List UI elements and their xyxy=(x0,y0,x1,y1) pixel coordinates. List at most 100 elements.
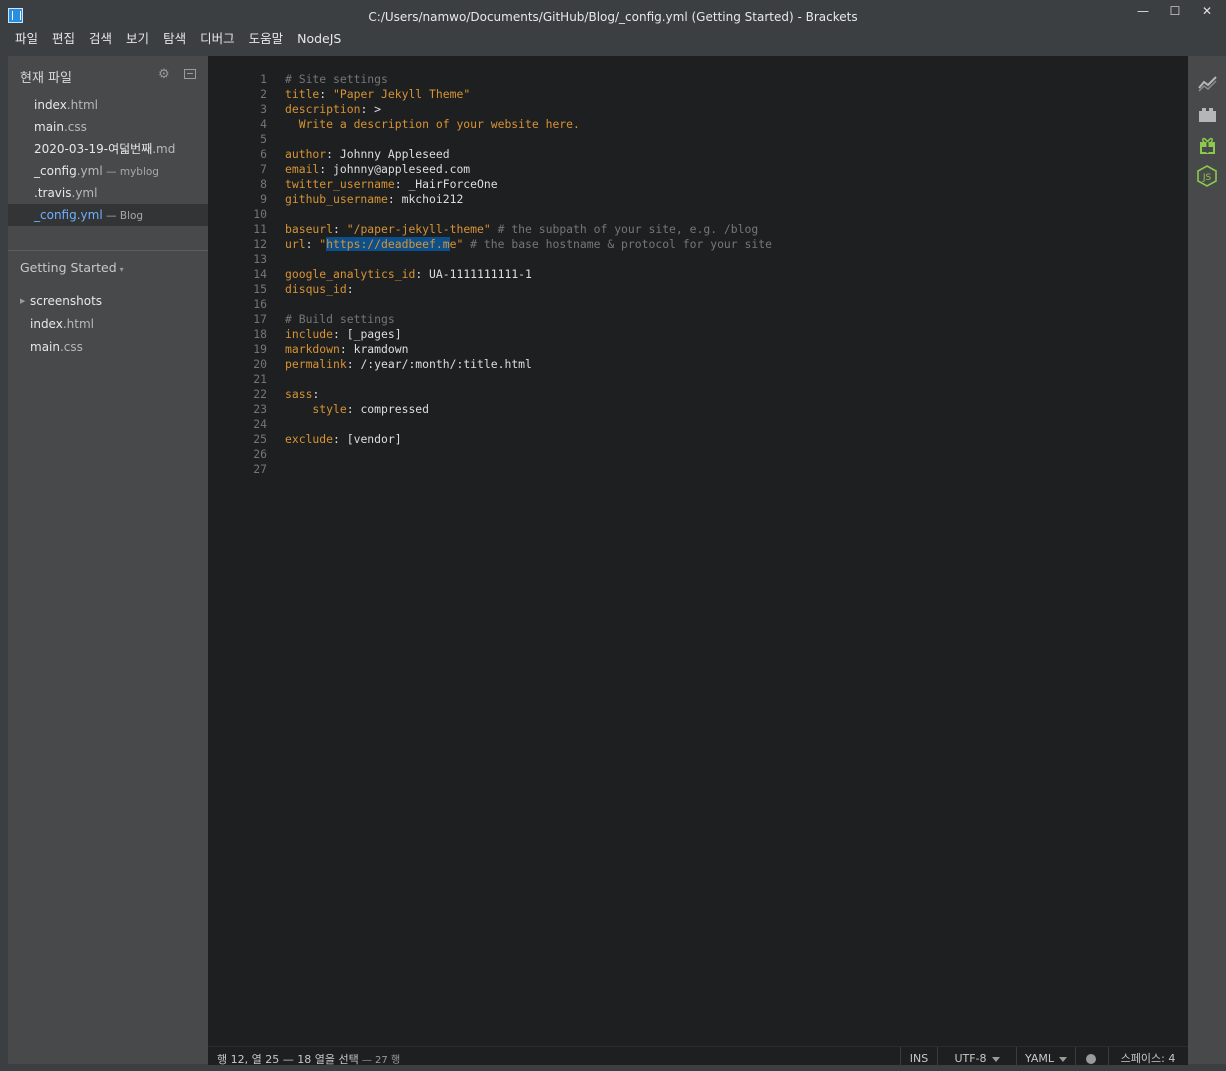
code-line[interactable]: 3 description: > xyxy=(208,102,1188,117)
code-token: : mkchoi212 xyxy=(387,192,464,206)
line-text[interactable]: title: "Paper Jekyll Theme" xyxy=(285,87,470,102)
code-token: # the base hostname & protocol for your … xyxy=(463,237,772,251)
code-token: twitter_username xyxy=(285,177,395,191)
line-number: 11 xyxy=(253,222,267,236)
code-line[interactable]: 2 title: "Paper Jekyll Theme" xyxy=(208,87,1188,102)
line-number: 18 xyxy=(253,327,267,341)
line-text[interactable]: github_username: mkchoi212 xyxy=(285,192,463,207)
project-dropdown[interactable]: Getting Started ▾ xyxy=(20,260,124,275)
menu-view[interactable]: 보기 xyxy=(119,30,156,48)
line-number: 6 xyxy=(260,147,267,161)
code-token: : _HairForceOne xyxy=(394,177,498,191)
line-number: 27 xyxy=(253,462,267,476)
code-line[interactable]: 6 author: Johnny Appleseed xyxy=(208,147,1188,162)
code-line[interactable]: 19 markdown: kramdown xyxy=(208,342,1188,357)
working-file-item[interactable]: 2020-03-19-여덟번째.md xyxy=(8,138,208,160)
extension-manager-icon[interactable] xyxy=(1198,105,1217,124)
working-file-item[interactable]: index.html xyxy=(8,94,208,116)
gift-icon[interactable] xyxy=(1198,135,1217,154)
code-line[interactable]: 8 twitter_username: _HairForceOne xyxy=(208,177,1188,192)
code-line[interactable]: 5 xyxy=(208,132,1188,147)
code-line[interactable]: 24 xyxy=(208,417,1188,432)
line-text[interactable]: # Build settings xyxy=(285,312,395,327)
code-token: email xyxy=(285,162,320,176)
line-text[interactable]: email: johnny@appleseed.com xyxy=(285,162,470,177)
line-text[interactable]: include: [_pages] xyxy=(285,327,402,342)
code-line[interactable]: 20 permalink: /:year/:month/:title.html xyxy=(208,357,1188,372)
code-token: url xyxy=(285,237,306,251)
minimize-button[interactable]: — xyxy=(1136,4,1150,18)
line-text[interactable]: google_analytics_id: UA-1111111111-1 xyxy=(285,267,532,282)
code-line[interactable]: 25 exclude: [vendor] xyxy=(208,432,1188,447)
code-token: : xyxy=(333,222,347,236)
close-button[interactable]: ✕ xyxy=(1200,4,1214,18)
code-token: permalink xyxy=(285,357,347,371)
menu-file[interactable]: 파일 xyxy=(8,30,45,48)
code-line[interactable]: 17 # Build settings xyxy=(208,312,1188,327)
line-number: 22 xyxy=(253,387,267,401)
code-line[interactable]: 16 xyxy=(208,297,1188,312)
menu-navigate[interactable]: 탐색 xyxy=(156,30,193,48)
code-line[interactable]: 4 Write a description of your website he… xyxy=(208,117,1188,132)
menu-find[interactable]: 검색 xyxy=(82,30,119,48)
line-number: 3 xyxy=(260,102,267,116)
insert-mode-toggle[interactable]: INS xyxy=(900,1047,937,1065)
code-line[interactable]: 1 # Site settings xyxy=(208,72,1188,87)
code-line[interactable]: 9 github_username: mkchoi212 xyxy=(208,192,1188,207)
line-text[interactable]: baseurl: "/paper-jekyll-theme" # the sub… xyxy=(285,222,758,237)
working-file-item[interactable]: main.css xyxy=(8,116,208,138)
working-file-item[interactable]: _config.yml — myblog xyxy=(8,160,208,182)
line-text[interactable]: url: "https://deadbeef.me" # the base ho… xyxy=(285,237,772,252)
menu-help[interactable]: 도움말 xyxy=(242,30,291,48)
line-text[interactable]: description: > xyxy=(285,102,381,117)
code-line[interactable]: 11 baseurl: "/paper-jekyll-theme" # the s… xyxy=(208,222,1188,237)
nodejs-icon[interactable]: JS xyxy=(1196,165,1218,187)
tree-folder-screenshots[interactable]: ▶ screenshots xyxy=(8,290,208,313)
code-line[interactable]: 10 xyxy=(208,207,1188,222)
code-line[interactable]: 14 google_analytics_id: UA-1111111111-1 xyxy=(208,267,1188,282)
line-text[interactable]: author: Johnny Appleseed xyxy=(285,147,450,162)
line-text[interactable]: markdown: kramdown xyxy=(285,342,408,357)
encoding-dropdown[interactable]: UTF-8 xyxy=(937,1047,1016,1065)
maximize-button[interactable]: ☐ xyxy=(1168,4,1182,18)
menu-edit[interactable]: 편집 xyxy=(45,30,82,48)
tree-file[interactable]: main.css xyxy=(8,336,208,359)
working-file-item[interactable]: .travis.yml xyxy=(8,182,208,204)
working-file-item-selected[interactable]: _config.yml — Blog xyxy=(8,204,208,226)
code-line[interactable]: 7 email: johnny@appleseed.com xyxy=(208,162,1188,177)
code-line[interactable]: 22 sass: xyxy=(208,387,1188,402)
code-line[interactable]: 21 xyxy=(208,372,1188,387)
code-editor[interactable]: 1 # Site settings 2 title: "Paper Jekyll Th… xyxy=(208,56,1188,1046)
line-text[interactable]: sass: xyxy=(285,387,319,402)
line-number: 26 xyxy=(253,447,267,461)
line-text[interactable]: twitter_username: _HairForceOne xyxy=(285,177,498,192)
code-token: : xyxy=(319,87,334,101)
code-token: : /:year/:month/:title.html xyxy=(346,357,532,371)
code-line[interactable]: 13 xyxy=(208,252,1188,267)
tree-file[interactable]: index.html xyxy=(8,313,208,336)
line-text[interactable]: Write a description of your website here… xyxy=(285,117,580,132)
line-text[interactable]: disqus_id: xyxy=(285,282,354,297)
line-text[interactable]: exclude: [vendor] xyxy=(285,432,402,447)
menu-debug[interactable]: 디버그 xyxy=(193,30,242,48)
status-bar: 행 12, 열 25 — 18 열을 선택 — 27 행 INS UTF-8 Y… xyxy=(208,1046,1188,1066)
lint-status[interactable] xyxy=(1075,1047,1108,1065)
code-lines[interactable]: 1 # Site settings 2 title: "Paper Jekyll Th… xyxy=(208,72,1188,477)
line-text[interactable]: permalink: /:year/:month/:title.html xyxy=(285,357,532,372)
line-number: 5 xyxy=(260,132,267,146)
code-line[interactable]: 26 xyxy=(208,447,1188,462)
live-preview-icon[interactable] xyxy=(1198,74,1217,93)
indent-settings[interactable]: 스페이스: 4 xyxy=(1108,1047,1187,1065)
split-view-icon[interactable] xyxy=(184,69,196,79)
line-text[interactable]: # Site settings xyxy=(285,72,388,87)
code-line[interactable]: 23 style: compressed xyxy=(208,402,1188,417)
menu-nodejs[interactable]: NodeJS xyxy=(290,30,348,48)
line-text[interactable]: style: compressed xyxy=(285,402,429,417)
lint-status-icon xyxy=(1086,1054,1096,1064)
language-dropdown[interactable]: YAML xyxy=(1016,1047,1075,1065)
code-line[interactable]: 12 url: "https://deadbeef.me" # the base … xyxy=(208,237,1188,252)
code-line[interactable]: 27 xyxy=(208,462,1188,477)
gear-icon[interactable]: ⚙ xyxy=(158,68,171,81)
code-line[interactable]: 18 include: [_pages] xyxy=(208,327,1188,342)
code-line[interactable]: 15 disqus_id: xyxy=(208,282,1188,297)
